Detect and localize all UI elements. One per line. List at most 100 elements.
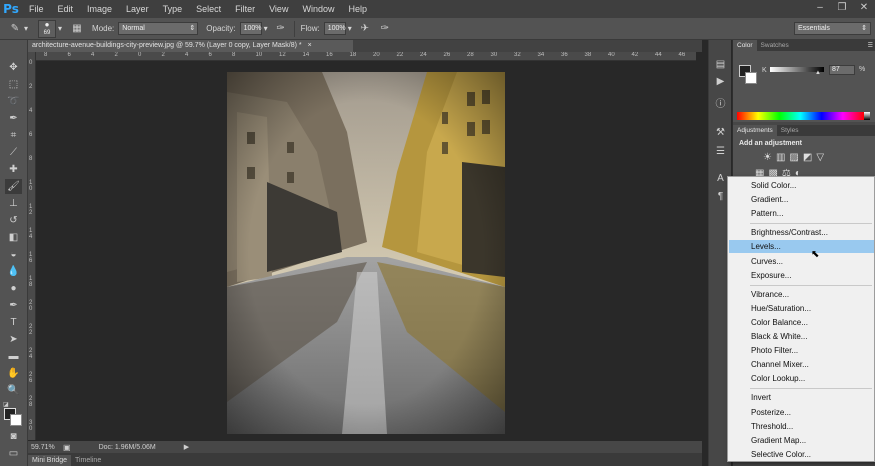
brush-tool-icon[interactable]: ✎ (8, 22, 22, 36)
move-tool-icon[interactable]: ✥ (5, 60, 22, 75)
brush-picker-arrow-icon[interactable]: ▾ (58, 24, 62, 33)
pressure-opacity-icon[interactable]: ✑ (274, 22, 288, 36)
curves-icon[interactable]: ▨ (789, 152, 798, 163)
close-document-icon[interactable]: × (308, 42, 312, 49)
menu-item-photo-filter[interactable]: Photo Filter... (729, 344, 874, 357)
brush-preset-picker[interactable]: ● 69 (38, 19, 57, 38)
tool-preset-arrow-icon[interactable]: ▾ (24, 24, 28, 33)
airbrush-icon[interactable]: ✈ (358, 22, 372, 36)
levels-icon[interactable]: ▥ (776, 152, 785, 163)
blur-tool-icon[interactable]: 💧 (5, 264, 22, 279)
menu-item-threshold[interactable]: Threshold... (729, 420, 874, 433)
k-slider-thumb-icon[interactable]: ▲ (815, 70, 821, 76)
minimize-button[interactable]: – (809, 0, 831, 16)
menu-item-channel-mixer[interactable]: Channel Mixer... (729, 358, 874, 371)
properties-panel-icon[interactable]: ⚒ (713, 126, 728, 140)
flow-slider-arrow-icon[interactable]: ▾ (348, 24, 352, 33)
tab-swatches[interactable]: Swatches (757, 40, 793, 51)
type-tool-icon[interactable]: T (5, 315, 22, 330)
menu-item-pattern[interactable]: Pattern... (729, 207, 874, 220)
document-image[interactable] (227, 72, 505, 434)
menu-filter[interactable]: Filter (228, 0, 262, 18)
quick-mask-icon[interactable]: ◙ (5, 429, 22, 444)
workspace-select[interactable]: Essentials ⇕ (794, 22, 871, 35)
background-color-swatch[interactable] (10, 414, 22, 426)
menu-item-posterize[interactable]: Posterize... (729, 406, 874, 419)
clone-stamp-tool-icon[interactable]: ⊥ (5, 196, 22, 211)
menu-layer[interactable]: Layer (119, 0, 156, 18)
brush-panel-toggle-icon[interactable]: ▦ (70, 22, 84, 36)
color-panel-menu-icon[interactable]: ☰ (868, 42, 873, 49)
character-panel-icon[interactable]: A (713, 172, 728, 186)
menu-item-vibrance[interactable]: Vibrance... (729, 288, 874, 301)
menu-item-color-balance[interactable]: Color Balance... (729, 316, 874, 329)
menu-select[interactable]: Select (189, 0, 228, 18)
eraser-tool-icon[interactable]: ◧ (5, 230, 22, 245)
zoom-level[interactable]: 59.71% (31, 444, 59, 451)
pen-tool-icon[interactable]: ✒ (5, 298, 22, 313)
marquee-tool-icon[interactable]: ⬚ (5, 77, 22, 92)
shape-tool-icon[interactable]: ▬ (5, 349, 22, 364)
hand-tool-icon[interactable]: ✋ (5, 366, 22, 381)
crop-tool-icon[interactable]: ⌗ (5, 128, 22, 143)
menu-window[interactable]: Window (295, 0, 341, 18)
history-brush-tool-icon[interactable]: ↺ (5, 213, 22, 228)
tab-mini-bridge[interactable]: Mini Bridge (28, 455, 72, 466)
close-window-button[interactable]: ✕ (853, 0, 875, 16)
eyedropper-tool-icon[interactable]: ⟋ (5, 145, 22, 160)
menu-item-exposure[interactable]: Exposure... (729, 269, 874, 282)
opacity-slider-arrow-icon[interactable]: ▾ (264, 24, 268, 33)
menu-item-solid-color[interactable]: Solid Color... (729, 179, 874, 192)
info-panel-icon[interactable]: ⓘ (713, 98, 728, 112)
menu-item-gradient[interactable]: Gradient... (729, 193, 874, 206)
menu-type[interactable]: Type (156, 0, 190, 18)
paragraph-panel-icon[interactable]: ¶ (713, 190, 728, 204)
paint-bucket-tool-icon[interactable]: ◒ (5, 247, 22, 262)
quick-selection-tool-icon[interactable]: ✒ (5, 111, 22, 126)
menu-edit[interactable]: Edit (51, 0, 81, 18)
menu-item-black-white[interactable]: Black & White... (729, 330, 874, 343)
dodge-tool-icon[interactable]: ● (5, 281, 22, 296)
brush-presets-icon[interactable]: ☰ (713, 145, 728, 159)
status-menu-icon[interactable]: ▣ (63, 443, 71, 452)
flow-input[interactable]: 100% (323, 22, 346, 35)
brightness-contrast-icon[interactable]: ☀ (763, 152, 772, 163)
restore-button[interactable]: ❐ (831, 0, 853, 16)
gradient-icon[interactable]: ▽ (816, 152, 824, 163)
tab-styles[interactable]: Styles (777, 125, 803, 136)
menu-image[interactable]: Image (80, 0, 119, 18)
menu-item-curves[interactable]: Curves... (729, 255, 874, 268)
menu-file[interactable]: File (22, 0, 51, 18)
tab-timeline[interactable]: Timeline (71, 455, 105, 466)
document-tab-bar: architecture-avenue-buildings-city-previ… (28, 40, 702, 52)
menu-item-selective-color[interactable]: Selective Color... (729, 448, 874, 461)
menu-item-color-lookup[interactable]: Color Lookup... (729, 372, 874, 385)
tab-adjustments[interactable]: Adjustments (733, 125, 777, 136)
path-selection-tool-icon[interactable]: ➤ (5, 332, 22, 347)
bg-color-swatch[interactable] (745, 72, 757, 84)
menu-item-brightness-contrast[interactable]: Brightness/Contrast... (729, 226, 874, 239)
pressure-size-icon[interactable]: ✑ (378, 22, 392, 36)
menu-help[interactable]: Help (341, 0, 374, 18)
document-tab[interactable]: architecture-avenue-buildings-city-previ… (28, 40, 353, 52)
brush-tool-icon[interactable]: 🖌 (5, 179, 22, 194)
healing-brush-tool-icon[interactable]: ✚ (5, 162, 22, 177)
menu-item-hue-saturation[interactable]: Hue/Saturation... (729, 302, 874, 315)
tab-color[interactable]: Color (733, 40, 757, 51)
mode-select[interactable]: Normal ⇕ (118, 22, 199, 35)
menu-view[interactable]: View (262, 0, 295, 18)
k-value-input[interactable]: 87 (829, 65, 855, 75)
exposure-icon[interactable]: ◩ (803, 152, 812, 163)
menu-item-levels[interactable]: Levels... (729, 240, 874, 254)
opacity-input[interactable]: 100% (239, 22, 262, 35)
color-ramp-bw[interactable] (864, 112, 870, 120)
actions-panel-icon[interactable]: ▶ (713, 75, 728, 89)
status-arrow-icon[interactable]: ▶ (184, 443, 189, 451)
screen-mode-icon[interactable]: ▭ (5, 446, 22, 461)
lasso-tool-icon[interactable]: ➰ (5, 94, 22, 109)
history-panel-icon[interactable]: ▤ (713, 58, 728, 72)
zoom-tool-icon[interactable]: 🔍 (5, 383, 22, 398)
color-ramp[interactable] (737, 112, 864, 120)
menu-item-gradient-map[interactable]: Gradient Map... (729, 434, 874, 447)
menu-item-invert[interactable]: Invert (729, 391, 874, 404)
